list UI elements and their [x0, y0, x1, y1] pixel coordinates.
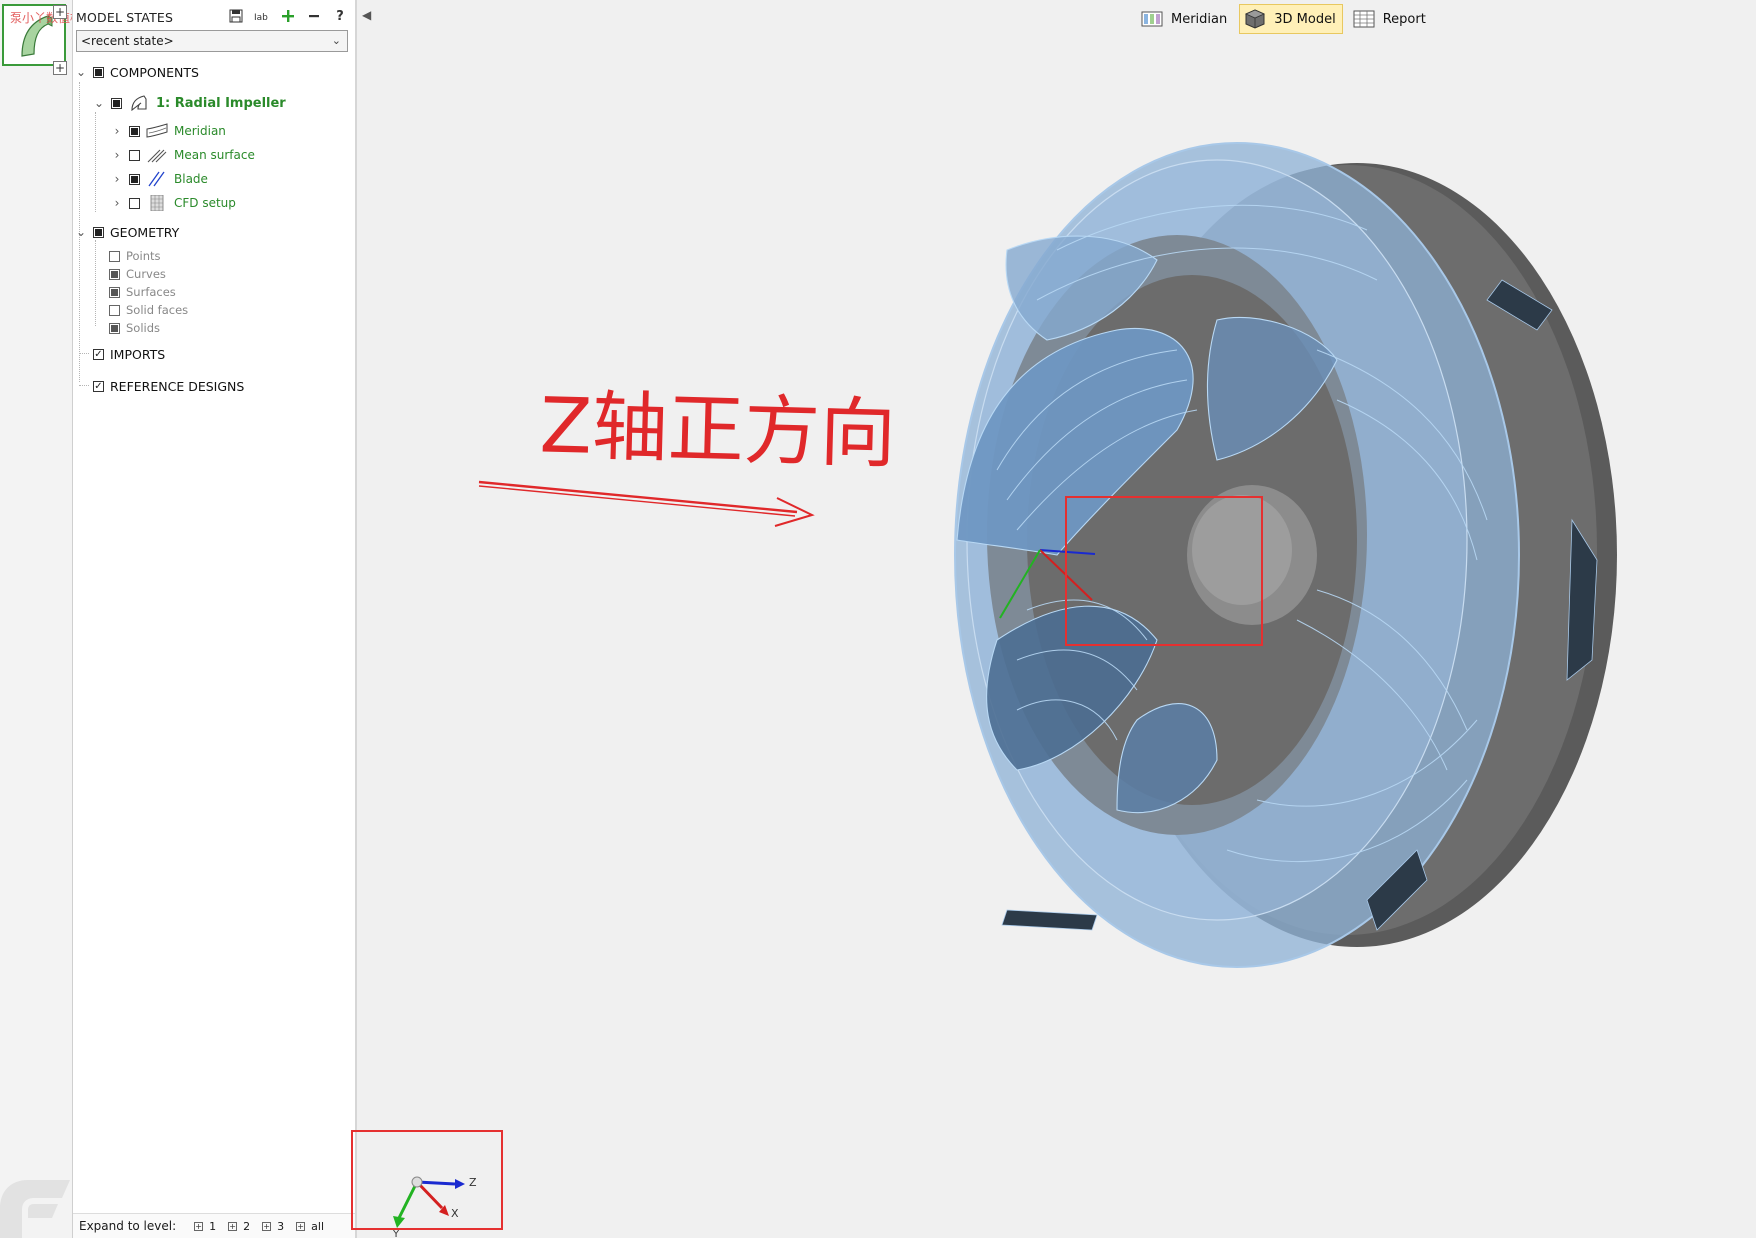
- tree-node-imports[interactable]: ✓ IMPORTS: [93, 344, 165, 364]
- impeller-component-icon: [131, 95, 147, 111]
- tree-guide: [79, 385, 89, 386]
- tree-node-blade[interactable]: › Blade: [111, 169, 208, 189]
- model-states-title: MODEL STATES: [76, 9, 174, 25]
- solid-faces-label: Solid faces: [126, 303, 189, 317]
- thumbnail-column: 泵小丫数值模拟.cn + +: [0, 0, 116, 1238]
- tree-guide: [79, 353, 89, 354]
- y-axis-label: Y: [392, 1229, 400, 1238]
- imports-label: IMPORTS: [110, 346, 166, 362]
- add-component-button[interactable]: +: [53, 61, 67, 75]
- tree-node-radial-impeller[interactable]: ⌄ 1: Radial Impeller: [93, 93, 286, 113]
- cfd-mesh-icon: [150, 195, 164, 211]
- chevron-right-icon[interactable]: ›: [111, 148, 123, 162]
- mean-surface-label: Mean surface: [174, 148, 255, 162]
- axis-highlight-box: [1065, 496, 1263, 646]
- expand-level-bar: Expand to level: +1 +2 +3 + all: [73, 1213, 355, 1238]
- model-states-toolbar: Iab ?: [228, 8, 348, 24]
- chevron-right-icon[interactable]: ›: [111, 124, 123, 138]
- tree-node-components[interactable]: ⌄ COMPONENTS: [75, 62, 199, 82]
- rename-state-icon[interactable]: Iab: [254, 8, 270, 24]
- annotation-label: Z轴正方向: [538, 380, 898, 479]
- tree-node-solids[interactable]: Solids: [109, 318, 160, 338]
- surfaces-label: Surfaces: [126, 285, 176, 299]
- expand-level-label: Expand to level:: [79, 1219, 177, 1233]
- 3d-viewport[interactable]: ◀ Meridian 3D Model Report Z轴正方向 Z X Y: [351, 0, 1756, 1238]
- annotation-arrow-icon: [478, 480, 815, 527]
- solid-faces-checkbox[interactable]: [109, 304, 120, 316]
- mean-surface-checkbox[interactable]: [129, 149, 140, 161]
- chevron-down-icon[interactable]: ⌄: [75, 65, 87, 79]
- cfd-setup-checkbox[interactable]: [129, 197, 140, 209]
- chevron-right-icon[interactable]: ›: [111, 196, 123, 210]
- geometry-checkbox[interactable]: [93, 226, 104, 238]
- expand-plus-icon: +: [296, 1221, 306, 1231]
- meridian-label: Meridian: [174, 124, 226, 138]
- tree-node-curves[interactable]: Curves: [109, 264, 166, 284]
- curves-label: Curves: [126, 267, 166, 281]
- blade-label: Blade: [174, 172, 208, 186]
- tree-node-meridian[interactable]: › Meridian: [111, 121, 226, 141]
- model-states-header: MODEL STATES Iab ?: [76, 6, 352, 28]
- solids-checkbox[interactable]: [109, 322, 120, 334]
- selected-state-value: <recent state>: [81, 34, 174, 48]
- chevron-down-icon[interactable]: ⌄: [75, 225, 87, 239]
- help-icon[interactable]: ?: [332, 8, 348, 24]
- view-orientation-triad[interactable]: Z X Y: [387, 1160, 487, 1238]
- tree-guide: [95, 112, 96, 212]
- surfaces-checkbox[interactable]: [109, 286, 120, 298]
- meridian-icon: [146, 123, 168, 138]
- blade-checkbox[interactable]: [129, 173, 140, 185]
- expand-plus-icon: +: [228, 1221, 238, 1231]
- save-state-icon[interactable]: [228, 8, 244, 24]
- solids-label: Solids: [126, 321, 161, 335]
- cfd-setup-label: CFD setup: [174, 196, 236, 210]
- tree-node-mean-surface[interactable]: › Mean surface: [111, 145, 255, 165]
- mean-surface-icon: [147, 149, 167, 163]
- x-axis-label: X: [451, 1207, 459, 1220]
- imports-checkbox[interactable]: ✓: [93, 348, 104, 360]
- tree-node-reference-designs[interactable]: ✓ REFERENCE DESIGNS: [93, 376, 244, 396]
- model-tree-panel: MODEL STATES Iab ? <recent state> ⌄ ⌄ CO…: [72, 0, 358, 1238]
- add-state-icon[interactable]: [280, 8, 296, 24]
- add-component-button-top[interactable]: +: [53, 5, 67, 19]
- model-state-dropdown[interactable]: <recent state> ⌄: [76, 30, 348, 52]
- expand-level-1-button[interactable]: +1: [194, 1220, 216, 1233]
- curves-checkbox[interactable]: [109, 268, 120, 280]
- expand-plus-icon: +: [262, 1221, 272, 1231]
- impeller-3d-model[interactable]: [357, 0, 1756, 1238]
- points-label: Points: [126, 249, 161, 263]
- impeller-label: 1: Radial Impeller: [156, 95, 286, 111]
- reference-designs-checkbox[interactable]: ✓: [93, 380, 104, 392]
- chevron-right-icon[interactable]: ›: [111, 172, 123, 186]
- tree-node-cfd-setup[interactable]: › CFD setup: [111, 193, 236, 213]
- expand-level-2-button[interactable]: +2: [228, 1220, 250, 1233]
- chevron-down-icon: ⌄: [331, 34, 341, 47]
- components-label: COMPONENTS: [110, 64, 199, 80]
- meridian-checkbox[interactable]: [129, 125, 140, 137]
- components-checkbox[interactable]: [93, 66, 104, 78]
- blade-icon: [148, 171, 165, 187]
- expand-plus-icon: +: [194, 1221, 204, 1231]
- impeller-checkbox[interactable]: [111, 97, 122, 109]
- expand-level-all-button[interactable]: + all: [296, 1220, 324, 1233]
- chevron-down-icon[interactable]: ⌄: [93, 96, 105, 110]
- tree-node-solid-faces[interactable]: Solid faces: [109, 300, 188, 320]
- svg-text:Iab: Iab: [254, 13, 268, 23]
- tree-node-points[interactable]: Points: [109, 246, 161, 266]
- z-axis-label: Z: [469, 1176, 477, 1189]
- tree-node-geometry[interactable]: ⌄ GEOMETRY: [75, 222, 179, 242]
- reference-designs-label: REFERENCE DESIGNS: [110, 378, 245, 394]
- tree-guide: [95, 240, 96, 326]
- tree-node-surfaces[interactable]: Surfaces: [109, 282, 176, 302]
- expand-level-3-button[interactable]: +3: [262, 1220, 284, 1233]
- remove-state-icon[interactable]: [306, 8, 322, 24]
- app-logo-icon: [0, 1180, 70, 1238]
- points-checkbox[interactable]: [109, 250, 120, 262]
- geometry-label: GEOMETRY: [110, 224, 180, 240]
